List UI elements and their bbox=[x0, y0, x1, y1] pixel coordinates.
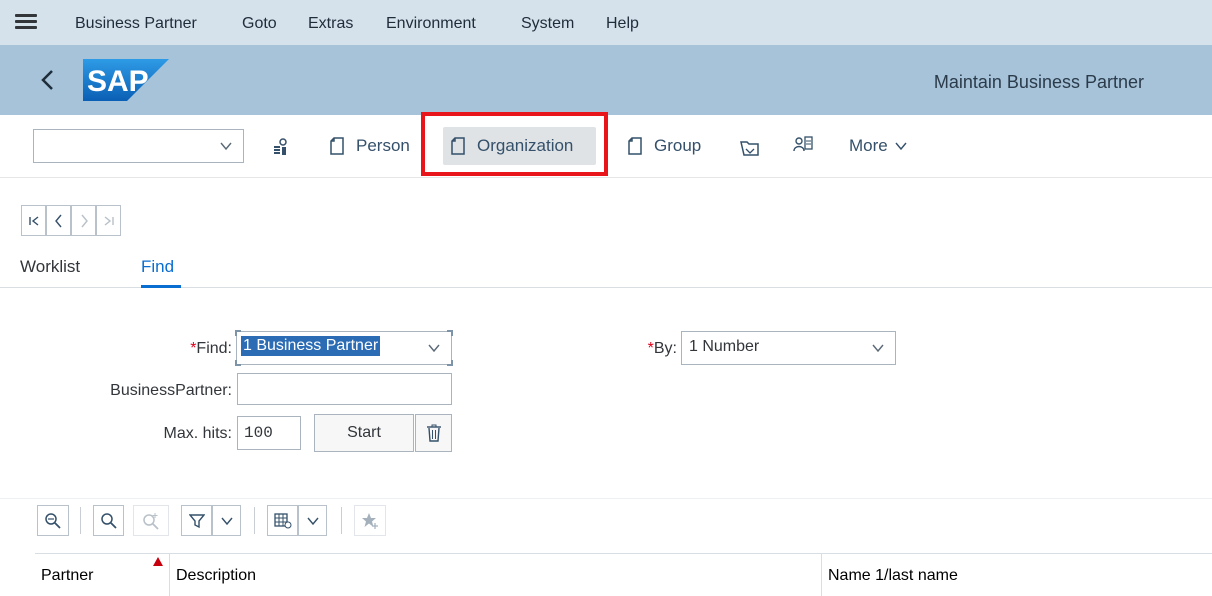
menu-help[interactable]: Help bbox=[606, 15, 639, 33]
chevron-right-icon bbox=[80, 214, 88, 227]
person-button[interactable]: Person bbox=[330, 127, 410, 165]
chevron-down-icon bbox=[872, 344, 884, 353]
sort-ascending-icon bbox=[153, 557, 163, 566]
more-button[interactable]: More bbox=[849, 127, 908, 165]
business-partner-label: BusinessPartner: bbox=[110, 382, 232, 399]
hamburger-menu-icon[interactable] bbox=[15, 14, 37, 30]
trash-icon bbox=[426, 424, 441, 442]
filter-button[interactable] bbox=[181, 505, 212, 536]
find-button[interactable] bbox=[93, 505, 124, 536]
separator bbox=[254, 507, 255, 534]
business-partner-input[interactable] bbox=[237, 373, 452, 405]
menu-system[interactable]: System bbox=[521, 15, 574, 33]
find-dropdown-value: 1 Business Partner bbox=[241, 336, 381, 356]
layout-button[interactable] bbox=[267, 505, 298, 536]
separator bbox=[341, 507, 342, 534]
tab-find[interactable]: Find bbox=[141, 257, 174, 277]
column-header-partner[interactable]: Partner bbox=[35, 554, 170, 596]
document-icon bbox=[330, 137, 344, 155]
by-dropdown-value: 1 Number bbox=[689, 338, 760, 355]
active-tab-indicator bbox=[141, 285, 181, 288]
result-table-header: Partner Description Name 1/last name bbox=[35, 553, 1212, 596]
find-next-button[interactable] bbox=[133, 505, 169, 536]
tab-worklist[interactable]: Worklist bbox=[20, 257, 80, 277]
document-icon bbox=[628, 137, 642, 155]
partner-search-icon[interactable] bbox=[272, 137, 290, 157]
chevron-down-icon bbox=[220, 142, 232, 151]
chevron-left-icon bbox=[54, 214, 62, 227]
sap-logo: SAP bbox=[83, 59, 169, 101]
first-icon bbox=[28, 215, 38, 226]
add-favorite-button[interactable] bbox=[354, 505, 386, 536]
column-header-description[interactable]: Description bbox=[170, 554, 822, 596]
last-icon bbox=[104, 215, 114, 226]
by-label: *By: bbox=[647, 340, 677, 357]
page-title: Maintain Business Partner bbox=[933, 72, 1144, 92]
command-field-combo[interactable] bbox=[33, 129, 244, 163]
group-button[interactable]: Group bbox=[628, 127, 701, 165]
chevron-down-icon bbox=[306, 517, 319, 525]
layout-dropdown-button[interactable] bbox=[298, 505, 327, 536]
alv-toolbar-divider bbox=[0, 498, 1212, 499]
search-icon bbox=[100, 512, 117, 529]
max-hits-label: Max. hits: bbox=[163, 425, 232, 442]
last-page-button[interactable] bbox=[96, 205, 121, 236]
column-header-name1[interactable]: Name 1/last name bbox=[822, 554, 1212, 596]
start-button[interactable]: Start bbox=[314, 414, 414, 452]
open-folder-icon[interactable] bbox=[740, 139, 760, 157]
next-page-button[interactable] bbox=[71, 205, 96, 236]
back-arrow-icon[interactable] bbox=[38, 65, 58, 95]
star-add-icon bbox=[362, 512, 378, 529]
svg-text:SAP: SAP bbox=[87, 65, 149, 98]
title-bar: SAP Maintain Business Partner bbox=[0, 45, 1212, 115]
tab-divider bbox=[0, 287, 1212, 288]
menu-goto[interactable]: Goto bbox=[242, 15, 277, 33]
zoom-details-icon bbox=[45, 512, 61, 529]
chevron-down-icon bbox=[895, 142, 907, 151]
filter-icon bbox=[188, 513, 205, 528]
chevron-down-icon bbox=[428, 344, 440, 353]
details-button[interactable] bbox=[37, 505, 69, 536]
chevron-down-icon bbox=[220, 517, 233, 525]
filter-dropdown-button[interactable] bbox=[212, 505, 241, 536]
previous-page-button[interactable] bbox=[46, 205, 71, 236]
menu-business-partner[interactable]: Business Partner bbox=[75, 15, 197, 33]
find-dropdown[interactable]: 1 Business Partner bbox=[235, 330, 453, 366]
menu-environment[interactable]: Environment bbox=[386, 15, 476, 33]
max-hits-input[interactable]: 100 bbox=[237, 416, 301, 450]
first-page-button[interactable] bbox=[21, 205, 46, 236]
partner-relationship-icon[interactable] bbox=[793, 135, 813, 157]
menu-extras[interactable]: Extras bbox=[308, 15, 353, 33]
by-dropdown[interactable]: 1 Number bbox=[681, 331, 896, 365]
highlight-annotation bbox=[421, 112, 608, 176]
separator bbox=[80, 507, 81, 534]
layout-grid-icon bbox=[273, 512, 291, 528]
menu-bar: Business Partner Goto Extras Environment… bbox=[0, 0, 1212, 45]
delete-button[interactable] bbox=[415, 414, 452, 452]
find-label: *Find: bbox=[190, 340, 232, 357]
search-next-icon bbox=[143, 512, 159, 530]
